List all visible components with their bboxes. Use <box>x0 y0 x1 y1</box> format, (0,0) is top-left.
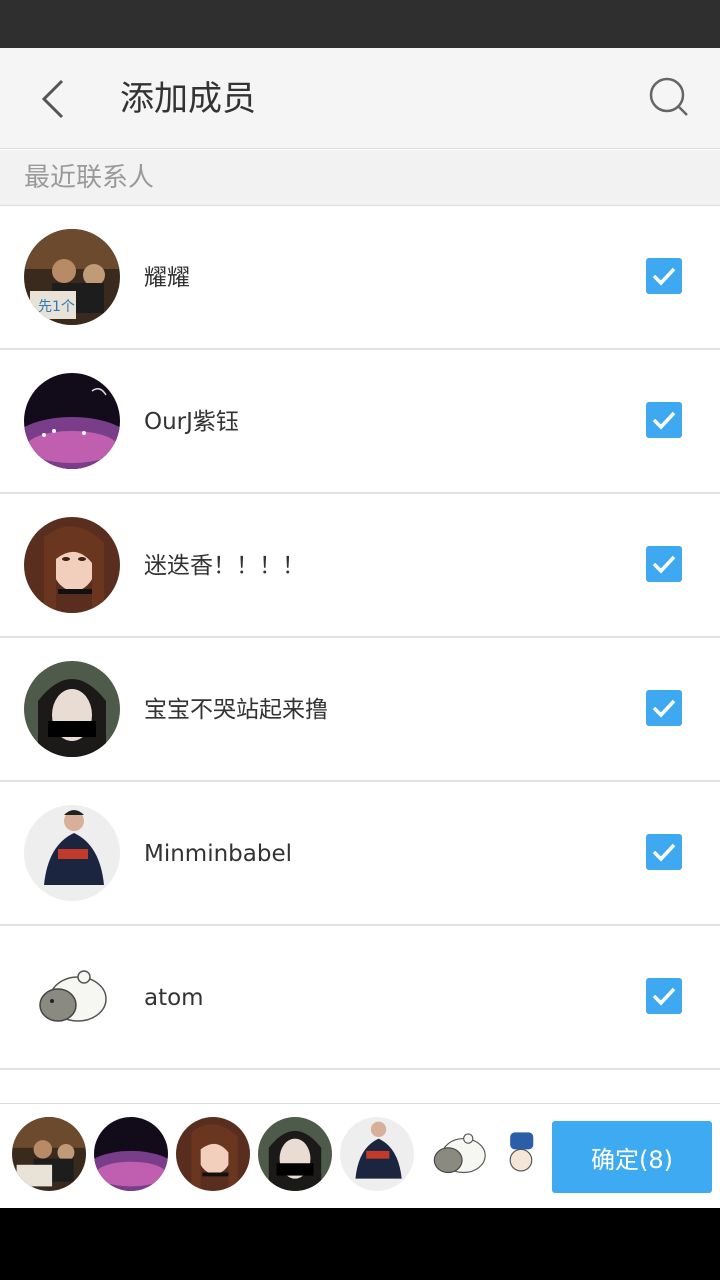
contact-checkbox[interactable] <box>646 690 682 726</box>
avatar <box>24 805 120 901</box>
check-icon <box>650 550 678 578</box>
selected-avatar[interactable] <box>504 1117 540 1191</box>
back-button[interactable] <box>28 74 78 124</box>
avatar <box>24 949 120 1045</box>
confirm-button[interactable]: 确定(8) <box>552 1121 712 1193</box>
selected-avatars-strip[interactable] <box>0 1104 540 1209</box>
check-icon <box>650 982 678 1010</box>
bottom-bar: 确定(8) <box>0 1103 720 1208</box>
contact-name: 迷迭香！！！！ <box>144 553 305 579</box>
check-icon <box>650 406 678 434</box>
check-icon <box>650 838 678 866</box>
contact-checkbox[interactable] <box>646 258 682 294</box>
contact-row[interactable]: Minminbabel <box>0 782 720 926</box>
header: 添加成员 <box>0 48 720 149</box>
selected-avatar[interactable] <box>422 1117 496 1191</box>
selected-avatar[interactable] <box>12 1117 86 1191</box>
selected-avatar[interactable] <box>258 1117 332 1191</box>
section-label: 最近联系人 <box>24 163 155 193</box>
contact-row[interactable]: 迷迭香！！！！ <box>0 494 720 638</box>
selected-avatar[interactable] <box>176 1117 250 1191</box>
avatar <box>24 517 120 613</box>
chevron-left-icon <box>38 77 68 121</box>
avatar <box>24 373 120 469</box>
page-title: 添加成员 <box>120 79 256 119</box>
contact-checkbox[interactable] <box>646 402 682 438</box>
contact-name: 宝宝不哭站起来撸 <box>144 697 328 723</box>
contact-row[interactable]: 宝宝不哭站起来撸 <box>0 638 720 782</box>
avatar <box>24 661 120 757</box>
search-icon <box>646 74 694 122</box>
check-icon <box>650 694 678 722</box>
selected-avatar[interactable] <box>340 1117 414 1191</box>
contact-row[interactable]: 先1个 耀耀 <box>0 206 720 350</box>
contact-name: OurJ紫钰 <box>144 409 239 435</box>
contact-list: 先1个 耀耀 OurJ紫钰 迷迭香！！！！ 宝宝不哭站起来撸 Minminbab… <box>0 206 720 1103</box>
selected-avatar[interactable] <box>94 1117 168 1191</box>
avatar: 先1个 <box>24 229 120 325</box>
check-icon <box>650 262 678 290</box>
status-bar <box>0 0 720 48</box>
contact-checkbox[interactable] <box>646 978 682 1014</box>
contact-name: 耀耀 <box>144 265 190 291</box>
navigation-bar <box>0 1208 720 1280</box>
section-header: 最近联系人 <box>0 150 720 206</box>
svg-text:先1个: 先1个 <box>38 299 75 315</box>
contact-name: atom <box>144 985 204 1011</box>
contact-row[interactable] <box>0 1070 720 1103</box>
contact-row[interactable]: OurJ紫钰 <box>0 350 720 494</box>
search-button[interactable] <box>644 72 696 124</box>
contact-checkbox[interactable] <box>646 546 682 582</box>
contact-row[interactable]: atom <box>0 926 720 1070</box>
avatar <box>24 1093 120 1103</box>
contact-name: Minminbabel <box>144 841 293 867</box>
contact-checkbox[interactable] <box>646 834 682 870</box>
